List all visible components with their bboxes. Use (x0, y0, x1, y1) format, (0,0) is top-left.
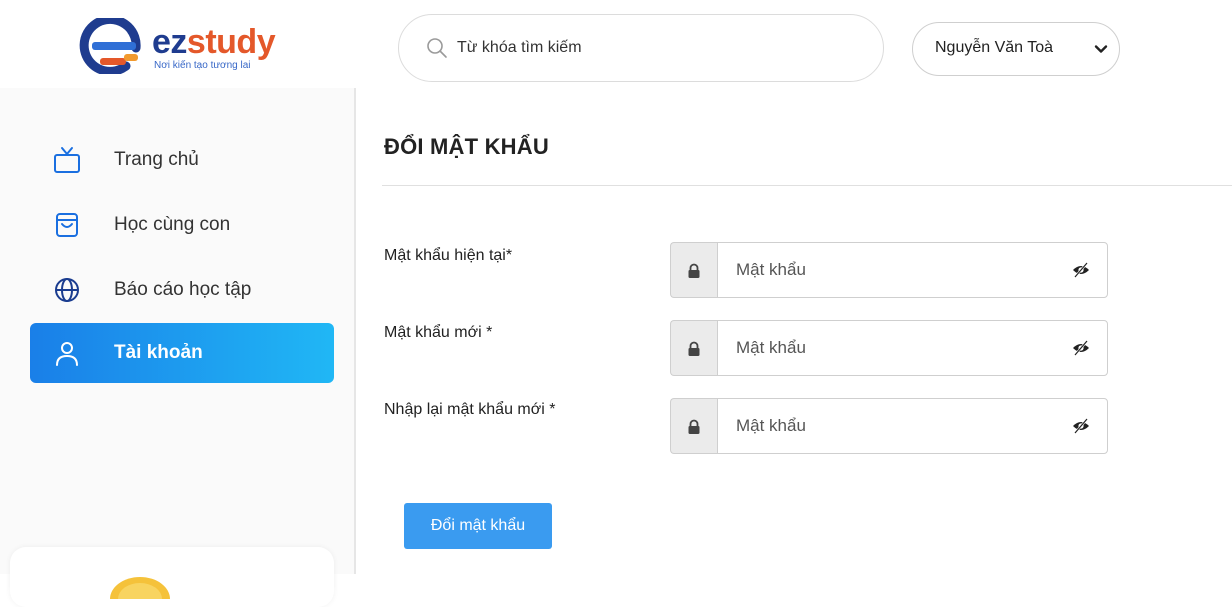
sidebar: Trang chủ Học cùng con Báo cáo học tập T… (0, 88, 354, 574)
change-password-panel: ĐỔI MẬT KHẨU Mật khẩu hiện tại* Mật khẩu… (356, 88, 1232, 574)
promo-card[interactable] (10, 547, 334, 607)
chevron-down-icon (1094, 45, 1108, 53)
current-password-group (670, 242, 1108, 298)
sidebar-item-label: Học cùng con (114, 214, 231, 235)
confirm-password-label: Nhập lại mật khẩu mới * (384, 401, 556, 418)
lock-addon (670, 242, 718, 298)
sidebar-item-label: Trang chủ (114, 149, 199, 170)
sidebar-item-learning-report[interactable]: Báo cáo học tập (30, 260, 334, 320)
search-box[interactable] (398, 14, 884, 82)
new-password-field[interactable] (717, 320, 1108, 376)
user-name: Nguyễn Văn Toà (935, 39, 1054, 56)
title-divider (382, 185, 1232, 186)
logo-slogan: Nơi kiến tạo tương lai (154, 60, 251, 71)
page-title: ĐỔI MẬT KHẨU (384, 134, 549, 159)
logo-wordmark: ezstudy (152, 23, 276, 61)
current-password-label: Mật khẩu hiện tại* (384, 247, 513, 264)
change-password-button[interactable]: Đổi mật khẩu (404, 503, 552, 549)
confirm-password-field[interactable] (717, 398, 1108, 454)
new-password-group (670, 320, 1108, 376)
ezstudy-logo[interactable]: ezstudy Nơi kiến tạo tương lai (78, 18, 288, 78)
logo-ez-text: ez (152, 23, 187, 61)
sidebar-item-home[interactable]: Trang chủ (30, 130, 334, 190)
top-header: ezstudy Nơi kiến tạo tương lai Nguyễn Vă… (0, 0, 1232, 88)
new-password-label: Mật khẩu mới * (384, 324, 493, 341)
logo-study-text: study (186, 23, 276, 61)
eye-slash-icon[interactable] (1072, 262, 1090, 278)
eye-slash-icon[interactable] (1072, 418, 1090, 434)
shopping-bag-icon (56, 213, 78, 237)
current-password-field[interactable] (717, 242, 1108, 298)
tv-icon (54, 147, 80, 173)
sidebar-item-label: Tài khoản (114, 342, 203, 363)
sidebar-item-label: Báo cáo học tập (114, 279, 252, 300)
sidebar-item-account[interactable]: Tài khoản (30, 323, 334, 383)
lock-icon (688, 263, 700, 278)
lock-addon (670, 320, 718, 376)
user-icon (56, 342, 78, 366)
search-input[interactable] (457, 31, 857, 65)
eye-slash-icon[interactable] (1072, 340, 1090, 356)
lock-icon (688, 341, 700, 356)
user-dropdown[interactable]: Nguyễn Văn Toà (912, 22, 1120, 76)
sidebar-item-learn-with-kids[interactable]: Học cùng con (30, 195, 334, 255)
search-icon (427, 38, 447, 58)
lock-icon (688, 419, 700, 434)
logo-e-icon (79, 18, 141, 74)
lock-addon (670, 398, 718, 454)
globe-icon (55, 278, 79, 302)
confirm-password-group (670, 398, 1108, 454)
